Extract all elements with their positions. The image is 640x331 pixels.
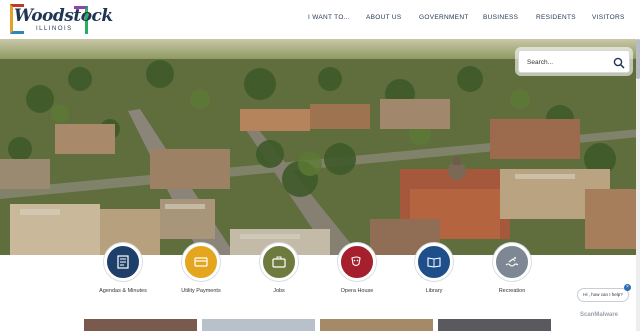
nav-residents[interactable]: RESIDENTS [536, 14, 576, 21]
news-card[interactable] [84, 319, 197, 331]
nav-government[interactable]: GOVERNMENT [419, 14, 469, 21]
main-nav: I WANT TO... ABOUT US GOVERNMENT BUSINES… [0, 14, 640, 26]
news-card[interactable] [438, 319, 551, 331]
nav-about-us[interactable]: ABOUT US [366, 14, 402, 21]
quick-link-label: Jobs [273, 288, 285, 294]
nav-i-want-to[interactable]: I WANT TO... [308, 14, 350, 21]
quick-link-label: Agendas & Minutes [99, 288, 147, 294]
logo-subtitle: ILLINOIS [36, 26, 73, 32]
search-box [518, 50, 630, 73]
nav-business[interactable]: BUSINESS [483, 14, 518, 21]
quick-link-opera-house[interactable]: Opera House [327, 243, 387, 294]
payment-icon [182, 243, 220, 281]
news-card[interactable] [202, 319, 315, 331]
quick-link-utility-payments[interactable]: Utility Payments [171, 243, 231, 294]
chat-close-icon[interactable]: × [624, 284, 631, 291]
site-header: Woodstock ILLINOIS I WANT TO... ABOUT US… [0, 0, 640, 39]
agenda-icon [104, 243, 142, 281]
quick-link-label: Utility Payments [181, 288, 221, 294]
quick-link-label: Recreation [498, 288, 526, 294]
quick-link-label: Library [425, 288, 443, 294]
jobs-icon [260, 243, 298, 281]
chat-bubble[interactable]: Hi , how can I help? [577, 288, 629, 302]
quick-links: Agendas & Minutes Utility Payments Jobs … [0, 243, 640, 298]
search-input[interactable] [527, 55, 607, 69]
quick-link-agendas[interactable]: Agendas & Minutes [93, 243, 153, 294]
theater-masks-icon [338, 243, 376, 281]
quick-link-recreation[interactable]: Recreation [482, 243, 542, 294]
swim-icon [493, 243, 531, 281]
book-icon [415, 243, 453, 281]
news-card[interactable] [320, 319, 433, 331]
quick-link-jobs[interactable]: Jobs [249, 243, 309, 294]
nav-visitors[interactable]: VISITORS [592, 14, 625, 21]
scrollbar-thumb[interactable] [636, 39, 640, 79]
quick-link-label: Opera House [340, 288, 374, 294]
quick-link-library[interactable]: Library [404, 243, 464, 294]
news-cards [0, 319, 640, 331]
watermark: ScanMalware [580, 312, 619, 318]
scrollbar[interactable] [636, 39, 640, 331]
search-icon[interactable] [613, 56, 625, 69]
